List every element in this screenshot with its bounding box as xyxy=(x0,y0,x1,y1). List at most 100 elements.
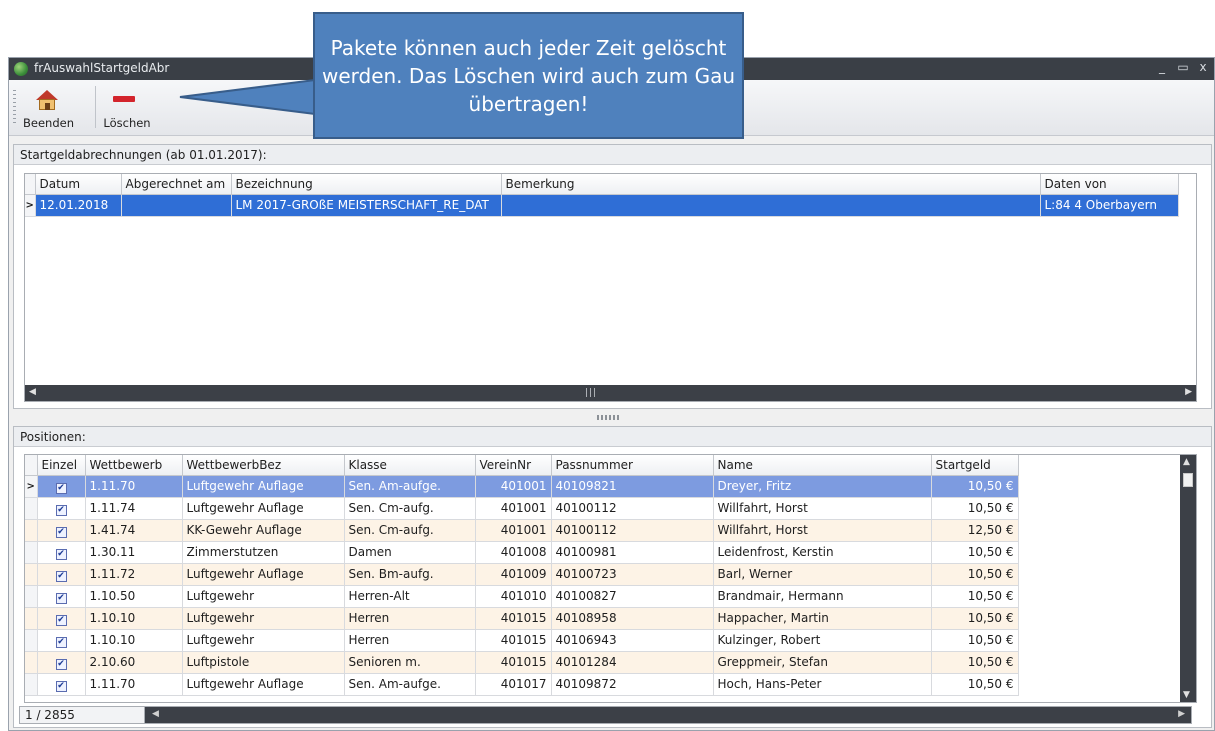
table-row[interactable]: ✔ 1.10.50 Luftgewehr Herren-Alt 401010 4… xyxy=(25,585,1019,608)
cell-name[interactable]: Kulzinger, Robert xyxy=(713,629,932,652)
checkbox-checked-icon[interactable]: ✔ xyxy=(55,680,67,692)
cell-vereinnr[interactable]: 401015 xyxy=(475,629,552,652)
cell-wettbewerbbez[interactable]: Luftgewehr xyxy=(182,607,345,630)
cell-vereinnr[interactable]: 401010 xyxy=(475,585,552,608)
cell-klasse[interactable]: Sen. Am-aufge. xyxy=(344,673,476,696)
cell-klasse[interactable]: Sen. Bm-aufg. xyxy=(344,563,476,586)
table-row[interactable]: ✔ 1.30.11 Zimmerstutzen Damen 401008 401… xyxy=(25,541,1019,564)
maximize-button[interactable]: ▭ xyxy=(1175,60,1191,74)
cell-name[interactable]: Leidenfrost, Kerstin xyxy=(713,541,932,564)
column-header-datum[interactable]: Datum xyxy=(35,174,122,195)
checkbox-checked-icon[interactable]: ✔ xyxy=(55,636,67,648)
cell-passnummer[interactable]: 40109821 xyxy=(551,475,714,498)
cell-einzel[interactable]: ✔ xyxy=(37,585,86,608)
cell-klasse[interactable]: Sen. Am-aufge. xyxy=(344,475,476,498)
horizontal-scrollbar[interactable]: ◀ ||| ▶ xyxy=(25,385,1196,401)
cell-name[interactable]: Barl, Werner xyxy=(713,563,932,586)
column-header-einzel[interactable]: Einzel xyxy=(37,455,86,476)
cell-klasse[interactable]: Herren xyxy=(344,629,476,652)
cell-klasse[interactable]: Sen. Cm-aufg. xyxy=(344,519,476,542)
table-row[interactable]: ✔ 1.41.74 KK-Gewehr Auflage Sen. Cm-aufg… xyxy=(25,519,1019,542)
cell-passnummer[interactable]: 40100827 xyxy=(551,585,714,608)
cell-vereinnr[interactable]: 401015 xyxy=(475,607,552,630)
table-row[interactable]: ✔ 1.11.72 Luftgewehr Auflage Sen. Bm-auf… xyxy=(25,563,1019,586)
scroll-thumb[interactable] xyxy=(1183,473,1193,487)
column-header-startgeld[interactable]: Startgeld xyxy=(931,455,1019,476)
cell-startgeld[interactable]: 12,50 € xyxy=(931,519,1019,542)
nav-right-icon[interactable]: ▶ xyxy=(1178,709,1185,719)
cell-name[interactable]: Greppmeir, Stefan xyxy=(713,651,932,674)
checkbox-checked-icon[interactable]: ✔ xyxy=(55,614,67,626)
cell-vereinnr[interactable]: 401009 xyxy=(475,563,552,586)
cell-wettbewerb[interactable]: 2.10.60 xyxy=(85,651,183,674)
table-row[interactable]: ✔ 1.11.74 Luftgewehr Auflage Sen. Cm-auf… xyxy=(25,497,1019,520)
toolbar-grip[interactable] xyxy=(13,90,16,124)
cell-einzel[interactable]: ✔ xyxy=(37,475,86,498)
checkbox-checked-icon[interactable]: ✔ xyxy=(55,658,67,670)
cell-einzel[interactable]: ✔ xyxy=(37,607,86,630)
column-header-name[interactable]: Name xyxy=(713,455,932,476)
cell-wettbewerbbez[interactable]: Luftgewehr xyxy=(182,629,345,652)
cell-name[interactable]: Hoch, Hans-Peter xyxy=(713,673,932,696)
startgeld-grid[interactable]: Datum Abgerechnet am Bezeichnung Bemerku… xyxy=(24,173,1197,402)
cell-einzel[interactable]: ✔ xyxy=(37,519,86,542)
vertical-scrollbar[interactable]: ▲ ▼ xyxy=(1180,455,1196,702)
cell-startgeld[interactable]: 10,50 € xyxy=(931,607,1019,630)
checkbox-checked-icon[interactable]: ✔ xyxy=(55,570,67,582)
cell-wettbewerb[interactable]: 1.11.74 xyxy=(85,497,183,520)
cell-bemerkung[interactable] xyxy=(501,194,1041,217)
cell-passnummer[interactable]: 40101284 xyxy=(551,651,714,674)
cell-wettbewerbbez[interactable]: Zimmerstutzen xyxy=(182,541,345,564)
cell-startgeld[interactable]: 10,50 € xyxy=(931,541,1019,564)
minimize-button[interactable]: _ xyxy=(1154,60,1170,74)
cell-name[interactable]: Happacher, Martin xyxy=(713,607,932,630)
cell-wettbewerbbez[interactable]: Luftgewehr Auflage xyxy=(182,673,345,696)
cell-klasse[interactable]: Herren xyxy=(344,607,476,630)
cell-startgeld[interactable]: 10,50 € xyxy=(931,497,1019,520)
cell-wettbewerbbez[interactable]: Luftgewehr Auflage xyxy=(182,497,345,520)
cell-einzel[interactable]: ✔ xyxy=(37,651,86,674)
cell-bezeichnung[interactable]: LM 2017-GROßE MEISTERSCHAFT_RE_DAT xyxy=(231,194,502,217)
cell-wettbewerb[interactable]: 1.41.74 xyxy=(85,519,183,542)
cell-einzel[interactable]: ✔ xyxy=(37,673,86,696)
scroll-left-icon[interactable]: ◀ xyxy=(29,387,36,397)
cell-daten-von[interactable]: L:84 4 Oberbayern xyxy=(1040,194,1179,217)
cell-vereinnr[interactable]: 401017 xyxy=(475,673,552,696)
column-header-klasse[interactable]: Klasse xyxy=(344,455,476,476)
cell-passnummer[interactable]: 40109872 xyxy=(551,673,714,696)
cell-startgeld[interactable]: 10,50 € xyxy=(931,629,1019,652)
record-navigator[interactable]: 1 / 2855 ◀ ▶ xyxy=(19,706,1192,724)
column-header-bezeichnung[interactable]: Bezeichnung xyxy=(231,174,502,195)
scroll-down-icon[interactable]: ▼ xyxy=(1183,690,1190,700)
cell-startgeld[interactable]: 10,50 € xyxy=(931,585,1019,608)
cell-datum[interactable]: 12.01.2018 xyxy=(35,194,122,217)
cell-startgeld[interactable]: 10,50 € xyxy=(931,475,1019,498)
cell-vereinnr[interactable]: 401015 xyxy=(475,651,552,674)
cell-klasse[interactable]: Herren-Alt xyxy=(344,585,476,608)
column-header-wettbewerb[interactable]: Wettbewerb xyxy=(85,455,183,476)
table-row[interactable]: ✔ 1.10.10 Luftgewehr Herren 401015 40106… xyxy=(25,629,1019,652)
column-header-passnummer[interactable]: Passnummer xyxy=(551,455,714,476)
table-row[interactable]: > ✔ 1.11.70 Luftgewehr Auflage Sen. Am-a… xyxy=(25,475,1019,498)
cell-name[interactable]: Willfahrt, Horst xyxy=(713,519,932,542)
checkbox-checked-icon[interactable]: ✔ xyxy=(55,504,67,516)
cell-einzel[interactable]: ✔ xyxy=(37,497,86,520)
cell-passnummer[interactable]: 40100981 xyxy=(551,541,714,564)
cell-einzel[interactable]: ✔ xyxy=(37,563,86,586)
panel-splitter[interactable] xyxy=(597,415,621,420)
table-row[interactable]: ✔ 1.10.10 Luftgewehr Herren 401015 40108… xyxy=(25,607,1019,630)
cell-vereinnr[interactable]: 401008 xyxy=(475,541,552,564)
column-header-wettbewerbbez[interactable]: WettbewerbBez xyxy=(182,455,345,476)
cell-wettbewerb[interactable]: 1.10.10 xyxy=(85,607,183,630)
scroll-up-icon[interactable]: ▲ xyxy=(1183,457,1190,467)
cell-wettbewerbbez[interactable]: Luftpistole xyxy=(182,651,345,674)
checkbox-checked-icon[interactable]: ✔ xyxy=(55,482,67,494)
table-row[interactable]: ✔ 1.11.70 Luftgewehr Auflage Sen. Am-auf… xyxy=(25,673,1019,696)
cell-passnummer[interactable]: 40108958 xyxy=(551,607,714,630)
checkbox-checked-icon[interactable]: ✔ xyxy=(55,548,67,560)
cell-wettbewerb[interactable]: 1.30.11 xyxy=(85,541,183,564)
cell-vereinnr[interactable]: 401001 xyxy=(475,497,552,520)
cell-name[interactable]: Brandmair, Hermann xyxy=(713,585,932,608)
cell-einzel[interactable]: ✔ xyxy=(37,629,86,652)
cell-name[interactable]: Willfahrt, Horst xyxy=(713,497,932,520)
